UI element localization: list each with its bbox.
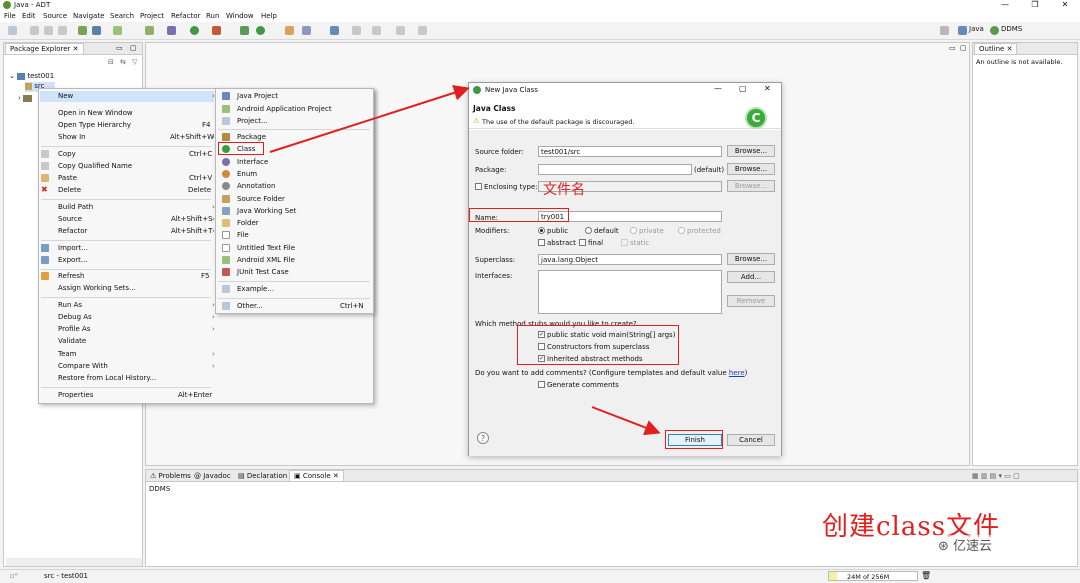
brand-watermark: ⊛ 亿速云 [935, 535, 996, 554]
arrow-to-finish [591, 406, 661, 436]
brand-name: 亿速云 [953, 539, 993, 554]
brand-logo-icon: ⊛ [938, 539, 949, 554]
arrow-to-dialog [269, 85, 470, 153]
annotation-arrows [269, 85, 661, 436]
